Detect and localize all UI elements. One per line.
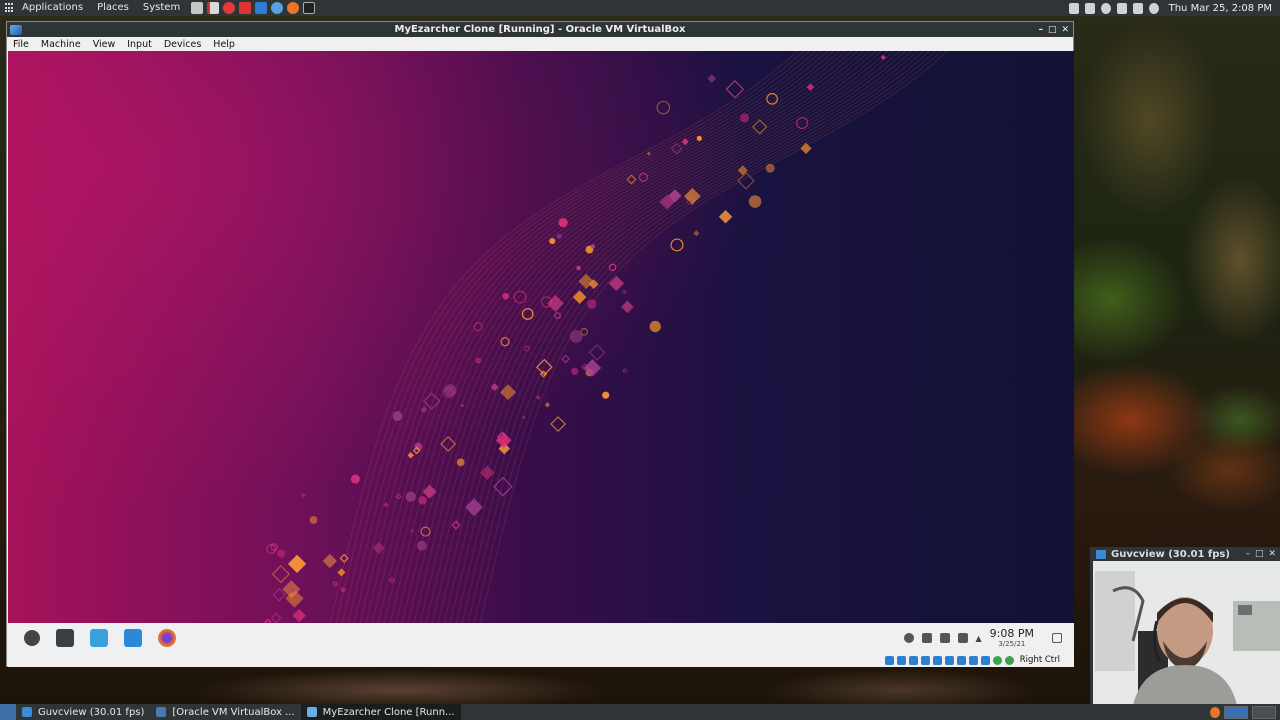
guest-network-icon[interactable] <box>957 633 968 643</box>
network-launcher-icon[interactable] <box>271 2 284 14</box>
workspace-1[interactable] <box>1224 705 1248 719</box>
virtualbox-icon <box>156 707 167 717</box>
microphone-tray-icon[interactable] <box>1100 2 1111 14</box>
virtualbox-icon <box>306 707 317 717</box>
guvcview-title: Guvcview (30.01 fps) <box>1111 548 1230 560</box>
task-guvcview[interactable]: Guvcview (30.01 fps) <box>16 704 150 720</box>
guest-wallpaper <box>8 51 1074 623</box>
network-tray-icon[interactable] <box>1132 2 1143 14</box>
media-launcher-icon[interactable] <box>239 2 252 14</box>
menu-machine[interactable]: Machine <box>35 39 87 50</box>
task-label: [Oracle VM VirtualBox ... <box>172 706 295 718</box>
show-desktop-icon[interactable] <box>1052 633 1062 643</box>
menu-places[interactable]: Places <box>90 0 136 16</box>
menu-help[interactable]: Help <box>207 39 241 50</box>
keyboard-status-icon[interactable] <box>1004 655 1014 665</box>
menu-system[interactable]: System <box>136 0 187 16</box>
task-label: Guvcview (30.01 fps) <box>38 706 145 718</box>
guest-device-icon[interactable] <box>939 633 950 643</box>
maximize-icon[interactable]: □ <box>1048 25 1057 35</box>
record-launcher-icon[interactable] <box>223 2 236 14</box>
recording-status-icon[interactable] <box>968 655 978 665</box>
task-myezarcher-clone[interactable]: MyEzarcher Clone [Runn... <box>300 704 461 720</box>
webcam-frame <box>1093 561 1280 705</box>
shared-folders-status-icon[interactable] <box>944 655 954 665</box>
vt-status-icon[interactable] <box>980 655 990 665</box>
guest-clock-date: 3/25/21 <box>998 640 1026 648</box>
camera-tray-icon[interactable] <box>1084 2 1095 14</box>
hdd-status-icon[interactable] <box>884 655 894 665</box>
tray-expand-icon[interactable]: ▲ <box>976 634 982 643</box>
close-icon[interactable]: ✕ <box>1061 25 1069 35</box>
host-clock[interactable]: Thu Mar 25, 2:08 PM <box>1169 3 1272 14</box>
host-bottom-panel: Guvcview (30.01 fps) [Oracle VM VirtualB… <box>0 704 1280 720</box>
guvcview-titlebar[interactable]: Guvcview (30.01 fps) – □ ✕ <box>1090 547 1280 561</box>
menu-view[interactable]: View <box>87 39 122 50</box>
audio-status-icon[interactable] <box>908 655 918 665</box>
window-title: MyEzarcher Clone [Running] - Oracle VM V… <box>394 24 686 35</box>
menu-input[interactable]: Input <box>121 39 158 50</box>
pdf-launcher-icon[interactable] <box>207 2 220 14</box>
system-settings-icon[interactable] <box>56 629 74 647</box>
guest-clock-time: 9:08 PM <box>989 627 1034 640</box>
guest-taskbar: ▲ 9:08 PM 3/25/21 <box>8 623 1074 653</box>
webcam-video <box>1093 561 1280 705</box>
guest-clipboard-icon[interactable] <box>903 633 914 643</box>
firefox-icon[interactable] <box>1210 706 1220 718</box>
camera-icon <box>22 707 32 717</box>
guest-volume-icon[interactable] <box>921 633 932 643</box>
minimize-icon[interactable]: – <box>1038 25 1043 35</box>
network-status-icon[interactable] <box>920 655 930 665</box>
document-tray-icon[interactable] <box>1068 2 1079 14</box>
task-virtualbox-manager[interactable]: [Oracle VM VirtualBox ... <box>150 704 300 720</box>
maximize-icon[interactable]: □ <box>1255 549 1264 559</box>
text-editor-launcher-icon[interactable] <box>191 2 204 14</box>
menu-applications[interactable]: Applications <box>15 0 90 16</box>
applications-grid-icon <box>5 3 15 13</box>
host-key-label: Right Ctrl <box>1019 655 1060 665</box>
optical-status-icon[interactable] <box>896 655 906 665</box>
firefox-launcher-icon[interactable] <box>287 2 300 14</box>
guest-clock[interactable]: 9:08 PM 3/25/21 <box>990 628 1034 648</box>
app-launcher-icon[interactable] <box>24 630 40 646</box>
firefox-icon[interactable] <box>158 629 176 647</box>
camera-icon <box>1096 549 1106 559</box>
minimize-icon[interactable]: – <box>1245 549 1250 559</box>
clock-tray-icon <box>1148 2 1159 14</box>
discover-icon[interactable] <box>90 629 108 647</box>
volume-tray-icon[interactable] <box>1116 2 1127 14</box>
vnc-launcher-icon[interactable] <box>255 2 268 14</box>
virtualbox-window: MyEzarcher Clone [Running] - Oracle VM V… <box>6 21 1074 667</box>
usb-status-icon[interactable] <box>932 655 942 665</box>
show-desktop-button[interactable] <box>0 704 16 720</box>
menu-file[interactable]: File <box>7 39 35 50</box>
task-label: MyEzarcher Clone [Runn... <box>322 706 455 718</box>
guvcview-window: Guvcview (30.01 fps) – □ ✕ <box>1090 547 1280 705</box>
guest-desktop[interactable] <box>8 51 1074 623</box>
host-top-panel: Applications Places System Thu Mar 25, 2… <box>0 0 1280 16</box>
menu-devices[interactable]: Devices <box>158 39 207 50</box>
virtualbox-titlebar[interactable]: MyEzarcher Clone [Running] - Oracle VM V… <box>7 22 1073 37</box>
workspace-2[interactable] <box>1252 705 1276 719</box>
terminal-launcher-icon[interactable] <box>303 2 316 14</box>
display-status-icon[interactable] <box>956 655 966 665</box>
mouse-integration-status-icon[interactable] <box>992 655 1002 665</box>
file-manager-icon[interactable] <box>124 629 142 647</box>
close-icon[interactable]: ✕ <box>1268 549 1276 559</box>
virtualbox-statusbar: Right Ctrl <box>8 653 1074 667</box>
virtualbox-menubar: File Machine View Input Devices Help <box>7 37 1073 51</box>
